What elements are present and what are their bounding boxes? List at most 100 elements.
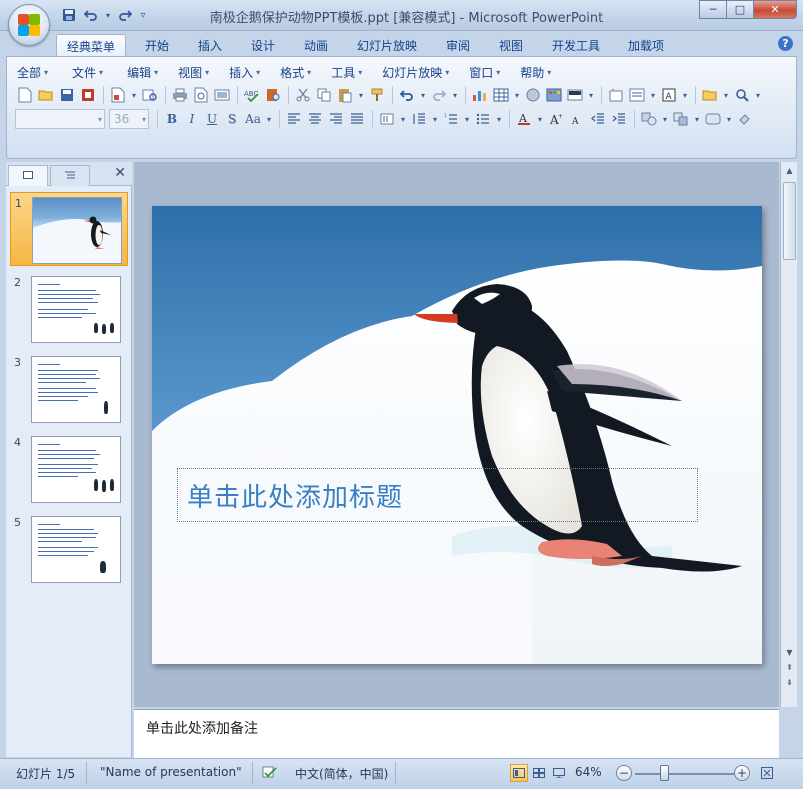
justify-icon[interactable] [347,109,367,129]
chevron-down-icon[interactable]: ▾ [724,109,734,129]
cut-icon[interactable] [293,85,313,105]
font-size-combo[interactable]: 36 ▾ [109,109,149,129]
slide-thumbnail-3[interactable]: 3 [10,352,128,426]
preview-icon[interactable] [191,85,211,105]
chevron-down-icon[interactable]: ▾ [660,109,670,129]
help-icon[interactable]: ? [778,36,793,51]
tab-view[interactable]: 视图 [499,35,523,56]
shape-fill-icon[interactable] [735,109,755,129]
tab-insert[interactable]: 插入 [198,35,222,56]
bullets-icon[interactable] [473,109,493,129]
design-icon[interactable] [627,85,647,105]
chevron-down-icon[interactable]: ▾ [398,109,408,129]
menu-tools[interactable]: 工具 ▾ [331,63,362,81]
redo-icon[interactable] [429,85,449,105]
scroll-up-icon[interactable]: ▲ [781,162,798,179]
numbering-icon[interactable]: 1 [441,109,461,129]
align-left-icon[interactable] [284,109,304,129]
chevron-down-icon[interactable]: ▾ [450,85,460,105]
menu-insert[interactable]: 插入 ▾ [229,63,260,81]
research-book-icon[interactable] [263,85,283,105]
clip-art-icon[interactable] [523,85,543,105]
open-folder-icon[interactable] [36,85,56,105]
insert-picture-icon[interactable] [544,85,564,105]
zoom-slider-handle[interactable] [660,765,669,781]
chevron-down-icon[interactable]: ▾ [753,85,763,105]
zoom-level[interactable]: 64% [575,765,602,779]
chevron-down-icon[interactable]: ▾ [680,85,690,105]
slideshow-view-button[interactable] [550,764,568,782]
research-icon[interactable] [140,85,160,105]
chevron-down-icon[interactable]: ▾ [512,85,522,105]
shrink-font-icon[interactable]: A [567,109,587,129]
find-icon[interactable] [732,85,752,105]
slide-thumbnail-2[interactable]: 2 [10,272,128,346]
copy-icon[interactable] [314,85,334,105]
slide-thumbnail-1[interactable]: 1 [10,192,128,266]
chevron-down-icon[interactable]: ▾ [494,109,504,129]
language-indicator[interactable]: 中文(简体，中国) [295,765,388,782]
outline-tab[interactable] [50,165,90,186]
format-painter-icon[interactable] [367,85,387,105]
chevron-down-icon[interactable]: ▾ [418,85,428,105]
slide-layout-icon[interactable] [565,85,585,105]
fit-slide-icon[interactable] [758,764,776,782]
tab-addins[interactable]: 加载项 [628,35,664,56]
minimize-button[interactable]: ─ [699,0,726,19]
pane-close-icon[interactable]: ✕ [114,165,126,181]
insert-chart-icon[interactable] [470,85,490,105]
decrease-indent-icon[interactable] [588,109,608,129]
tab-home[interactable]: 开始 [145,35,169,56]
zoom-out-button[interactable]: − [616,765,632,781]
chevron-down-icon[interactable]: ▾ [721,85,731,105]
chevron-down-icon[interactable]: ▾ [535,109,545,129]
menu-format[interactable]: 格式 ▾ [280,63,311,81]
menu-all[interactable]: 全部 ▾ [17,63,48,81]
menu-slideshow[interactable]: 幻灯片放映 ▾ [382,63,449,81]
chevron-down-icon[interactable]: ▾ [264,109,274,129]
grow-font-icon[interactable]: A + [546,109,566,129]
text-direction-icon[interactable] [377,109,397,129]
shapes-icon[interactable] [639,109,659,129]
chevron-down-icon[interactable]: ▾ [430,109,440,129]
slides-tab[interactable] [8,165,48,186]
zoom-in-button[interactable]: + [734,765,750,781]
theme-name[interactable]: "Name of presentation" [100,765,242,779]
quick-styles-icon[interactable] [703,109,723,129]
chevron-down-icon[interactable]: ▾ [648,85,658,105]
menu-edit[interactable]: 编辑 ▾ [127,63,158,81]
line-spacing-icon[interactable] [409,109,429,129]
maximize-button[interactable]: □ [726,0,753,19]
menu-window[interactable]: 窗口 ▾ [469,63,500,81]
normal-view-button[interactable] [510,764,528,782]
save-icon[interactable] [57,85,77,105]
zoom-slider-track[interactable] [635,773,735,775]
menu-view[interactable]: 视图 ▾ [178,63,209,81]
slide-thumbnail-5[interactable]: 5 [10,512,128,586]
change-case-button[interactable]: Aa [242,109,264,129]
tab-design[interactable]: 设计 [251,35,275,56]
align-right-icon[interactable] [326,109,346,129]
text-box-icon[interactable]: A [659,85,679,105]
menu-file[interactable]: 文件 ▾ [72,63,103,81]
close-button[interactable]: ✕ [753,0,797,19]
slide-thumbnail-4[interactable]: 4 [10,432,128,506]
slide-title-placeholder[interactable]: 单击此处添加标题 [177,468,698,522]
spelling-icon[interactable]: ABC [242,85,262,105]
font-color-icon[interactable]: A [514,109,534,129]
undo-icon[interactable] [397,85,417,105]
italic-button[interactable]: I [182,109,202,129]
align-center-icon[interactable] [305,109,325,129]
tab-developer[interactable]: 开发工具 [552,35,600,56]
chevron-down-icon[interactable]: ▾ [692,109,702,129]
print-preview-icon[interactable] [108,85,128,105]
slide-sorter-view-button[interactable] [530,764,548,782]
print-icon[interactable] [170,85,190,105]
tab-review[interactable]: 审阅 [446,35,470,56]
tab-slideshow[interactable]: 幻灯片放映 [357,35,417,56]
font-name-combo[interactable]: ▾ [15,109,105,129]
office-button[interactable] [8,4,50,46]
underline-button[interactable]: U [202,109,222,129]
new-slide-icon[interactable] [606,85,626,105]
shadow-button[interactable]: S [222,109,242,129]
